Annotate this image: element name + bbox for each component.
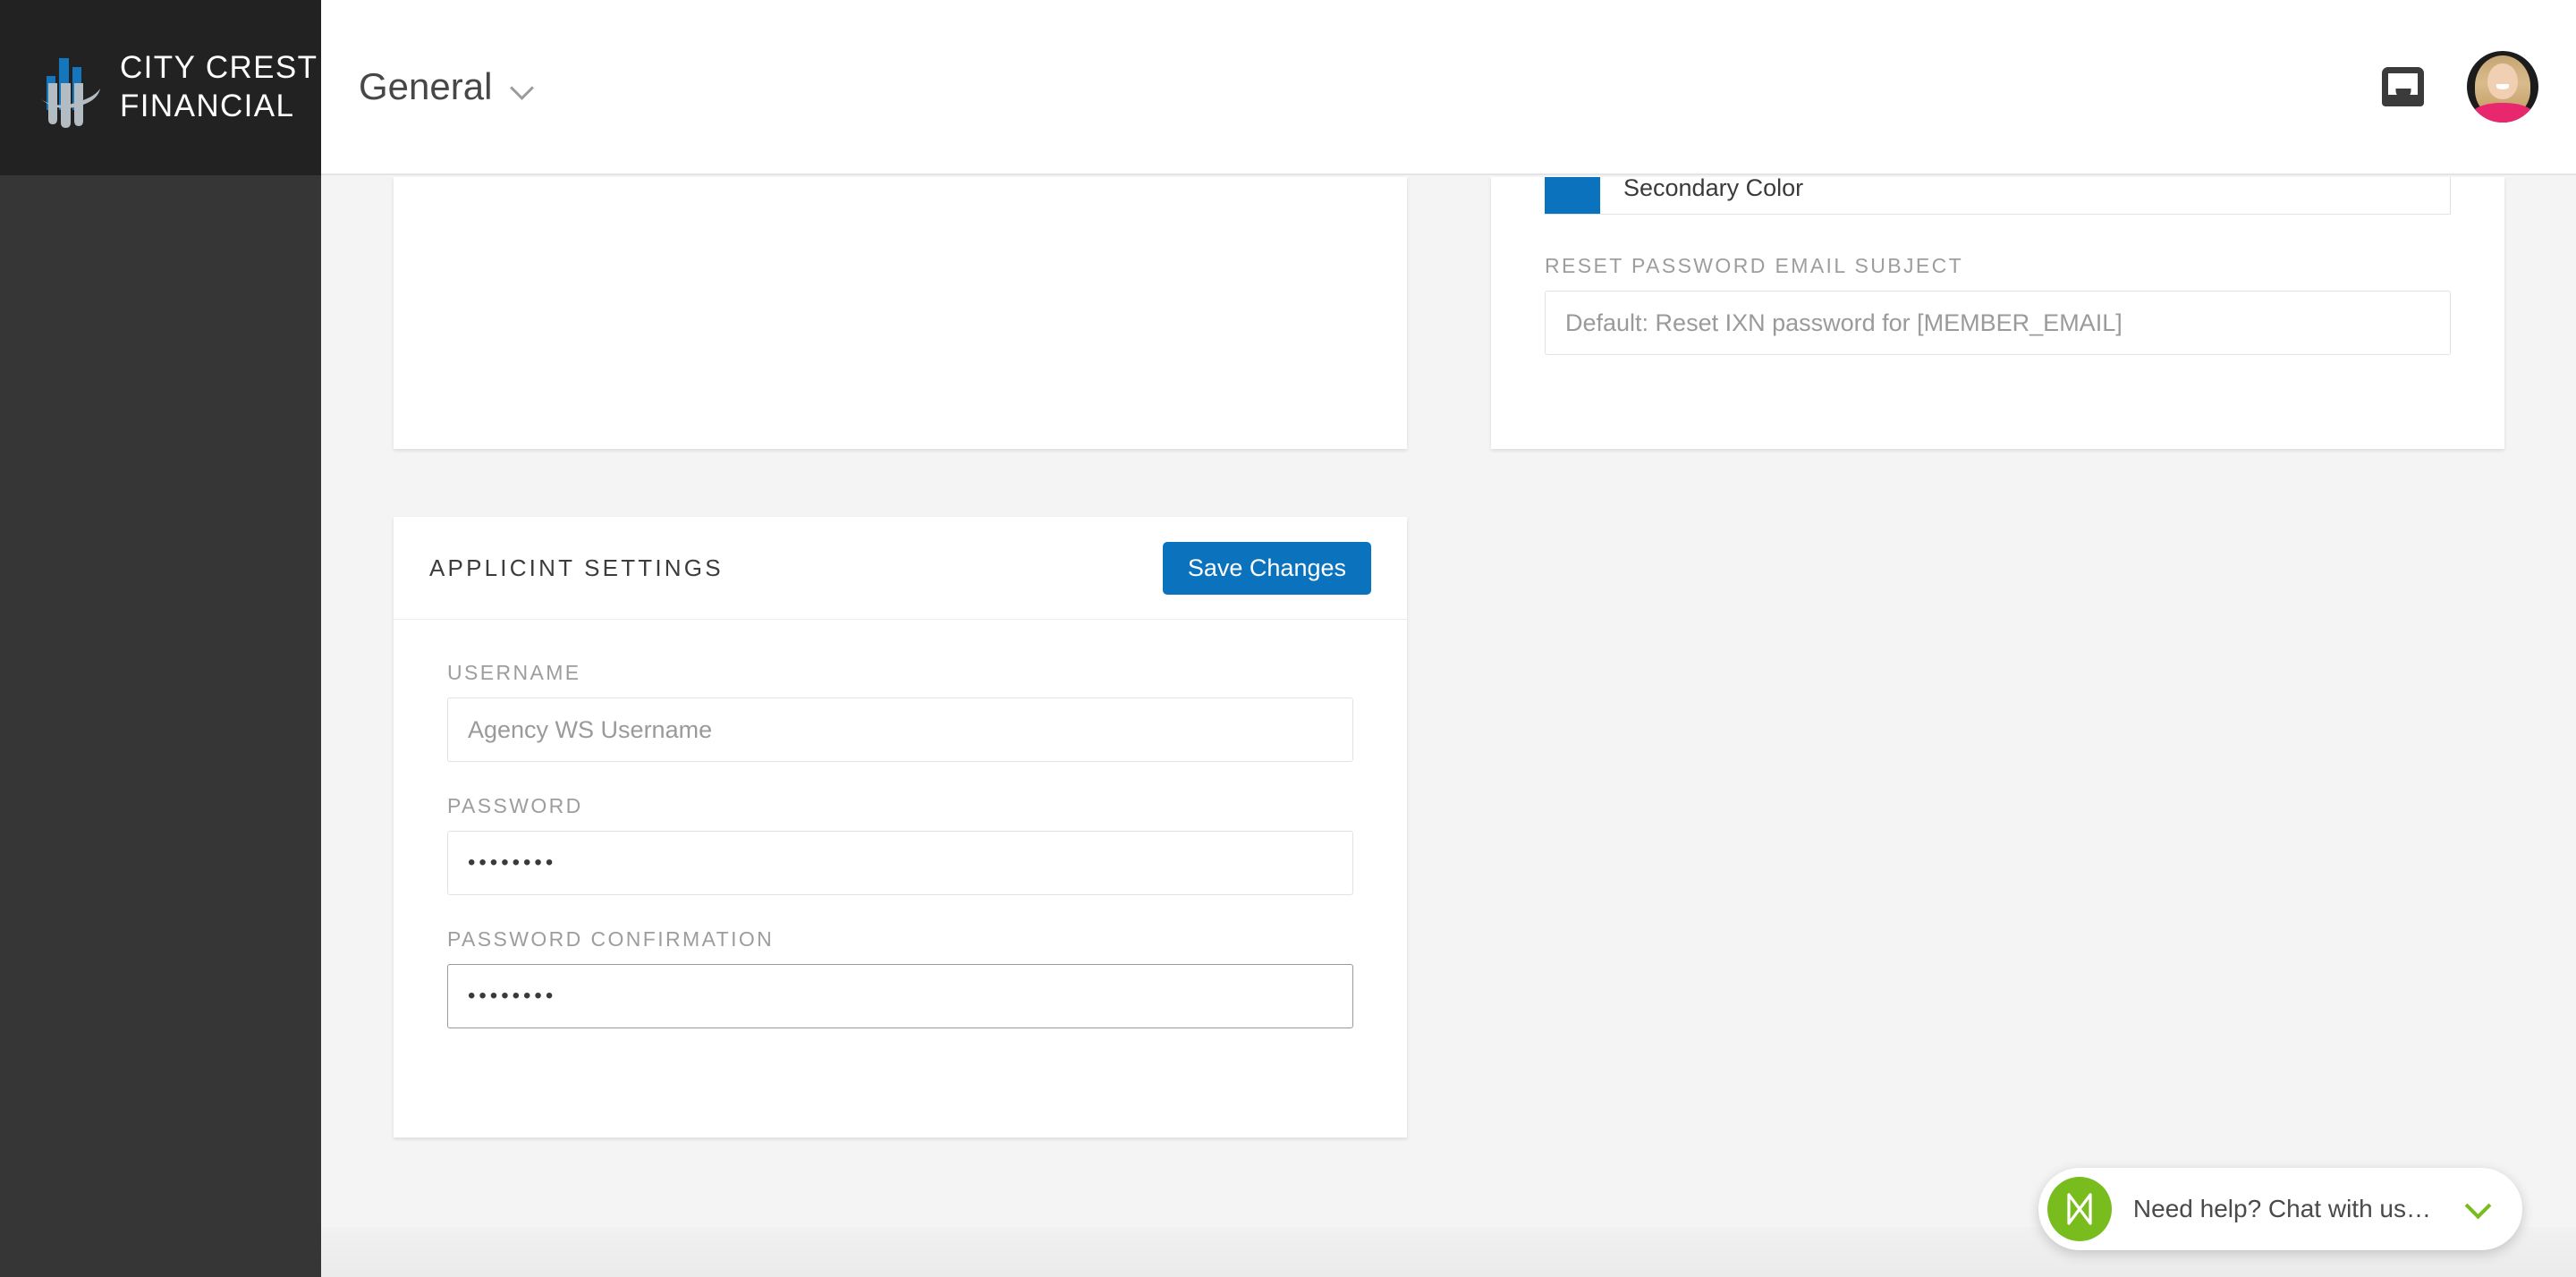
applicint-card-body: USERNAME PASSWORD PASSWORD CONFIRMATION	[394, 620, 1407, 1028]
field-password-confirmation: PASSWORD CONFIRMATION	[447, 927, 1353, 1028]
sidebar: CITY CREST FINANCIAL	[0, 0, 321, 1277]
password-confirmation-label: PASSWORD CONFIRMATION	[447, 927, 775, 951]
city-crest-bars-logo-icon	[38, 47, 104, 128]
secondary-color-row[interactable]: Secondary Color	[1545, 177, 2451, 215]
card-branding: Secondary Color RESET PASSWORD EMAIL SUB…	[1491, 177, 2504, 449]
chevron-down-icon[interactable]	[512, 78, 535, 101]
sidebar-logo[interactable]: CITY CREST FINANCIAL	[0, 0, 321, 175]
chevron-down-icon[interactable]	[2467, 1197, 2492, 1222]
brand-line-1: CITY CREST	[120, 50, 318, 86]
field-password: PASSWORD	[447, 794, 1353, 895]
inbox-icon[interactable]	[2382, 67, 2424, 106]
brand-wordmark: CITY CREST FINANCIAL	[120, 49, 318, 125]
main-content: Secondary Color RESET PASSWORD EMAIL SUB…	[321, 177, 2576, 1277]
chat-message: Need help? Chat with us…	[2132, 1195, 2431, 1222]
password-input[interactable]	[447, 831, 1353, 895]
reset-subject-label: RESET PASSWORD EMAIL SUBJECT	[1545, 254, 1964, 277]
applicint-title: APPLICINT SETTINGS	[429, 554, 724, 581]
field-username: USERNAME	[447, 661, 1353, 762]
top-header: General	[321, 0, 2576, 175]
secondary-color-label: Secondary Color	[1600, 177, 2451, 214]
field-reset-password-subject: RESET PASSWORD EMAIL SUBJECT	[1545, 254, 2451, 355]
avatar-shirt	[2470, 102, 2535, 123]
save-changes-button[interactable]: Save Changes	[1162, 541, 1371, 595]
secondary-color-swatch[interactable]	[1545, 177, 1600, 214]
page-title: General	[359, 65, 493, 107]
password-label: PASSWORD	[447, 794, 583, 817]
app-root: CITY CREST FINANCIAL General Secondary C…	[0, 0, 2576, 1277]
applicint-card-header: APPLICINT SETTINGS Save Changes	[394, 517, 1407, 620]
card-applicint-settings: APPLICINT SETTINGS Save Changes USERNAME…	[394, 517, 1407, 1137]
brand-line-2: FINANCIAL	[120, 89, 295, 123]
password-confirmation-input[interactable]	[447, 964, 1353, 1028]
header-actions	[2382, 51, 2538, 123]
username-input[interactable]	[447, 698, 1353, 762]
chat-brand-icon	[2046, 1177, 2112, 1241]
chat-widget[interactable]: Need help? Chat with us…	[2038, 1168, 2522, 1250]
avatar[interactable]	[2467, 51, 2538, 123]
avatar-face	[2487, 63, 2518, 99]
username-label: USERNAME	[447, 661, 581, 684]
branding-body: Secondary Color RESET PASSWORD EMAIL SUB…	[1491, 177, 2504, 355]
card-left-top	[394, 177, 1407, 449]
section-dropdown[interactable]: General	[359, 65, 535, 108]
reset-subject-input[interactable]	[1545, 291, 2451, 355]
